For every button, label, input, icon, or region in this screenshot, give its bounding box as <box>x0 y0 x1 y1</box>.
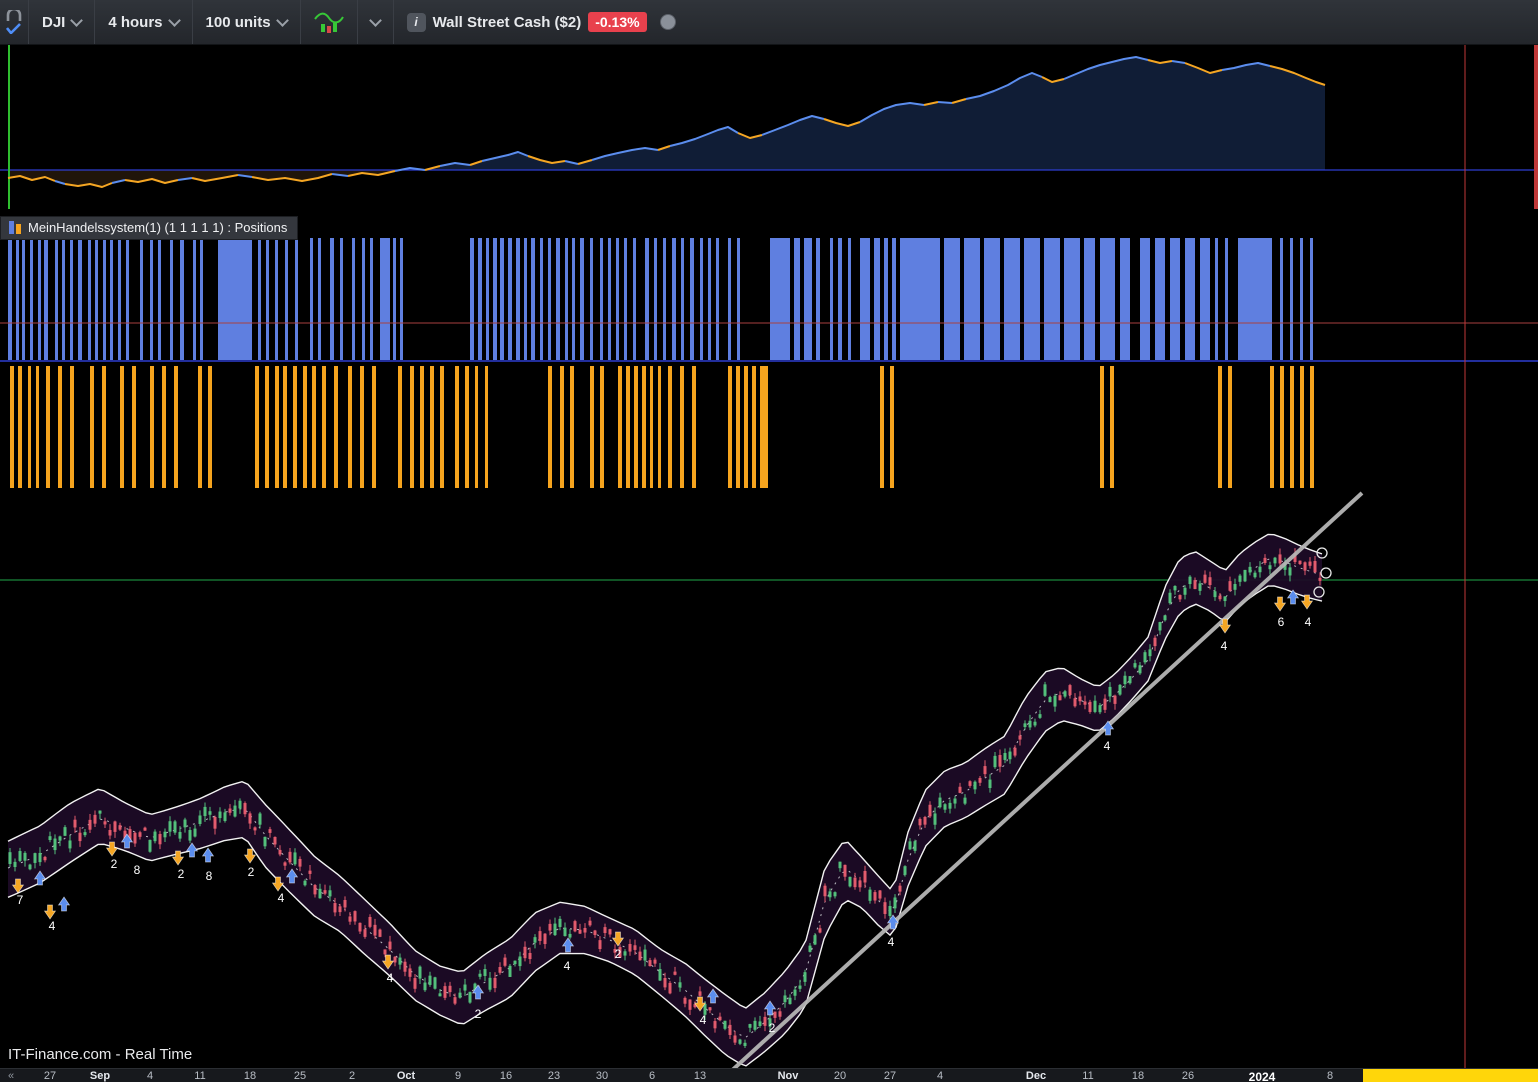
platform-logo-icon <box>6 10 22 21</box>
axis-tick: 20 <box>833 1070 847 1082</box>
equity-panel <box>0 45 1538 209</box>
trade-count-label: 8 <box>134 863 141 877</box>
trade-arrow-down-icon <box>1273 596 1287 612</box>
data-source-label: IT-Finance.com - Real Time <box>8 1046 193 1063</box>
toolbar: DJI 4 hours 100 units i Wall Street Cash… <box>0 0 1538 45</box>
chevron-down-icon <box>368 13 382 27</box>
right-edge-marker <box>1534 45 1538 209</box>
axis-tick: « <box>8 1070 15 1082</box>
trend-line <box>716 491 1364 1082</box>
axis-tick: 23 <box>547 1070 561 1082</box>
chart-type-icon <box>313 12 344 33</box>
trade-count-label: 4 <box>49 919 56 933</box>
check-icon <box>6 23 21 34</box>
trade-count-label: 4 <box>387 971 394 985</box>
trade-count-label: 8 <box>206 869 213 883</box>
chart-type-dropdown[interactable] <box>358 0 394 44</box>
positions-legend-icon <box>9 221 21 234</box>
trading-app-window: DJI 4 hours 100 units i Wall Street Cash… <box>0 0 1538 1082</box>
axis-tick: 16 <box>499 1070 513 1082</box>
chevron-down-icon <box>70 13 84 27</box>
axis-tick: 2 <box>348 1070 356 1082</box>
axis-tick: 27 <box>883 1070 897 1082</box>
price-panel: 7 4 2 8 2 8 2 4 4 2 4 2 4 2 4 4 4 6 4 <box>0 45 1538 1082</box>
trade-count-label: 4 <box>564 959 571 973</box>
axis-tick: 30 <box>595 1070 609 1082</box>
positions-legend-label: MeinHandelssystem(1) (1 1 1 1 1) : Posit… <box>28 220 288 235</box>
instrument-label: Wall Street Cash ($2) <box>432 13 582 31</box>
trade-count-label: 7 <box>17 893 24 907</box>
time-axis[interactable]: « 27 Sep 4 11 18 25 2 Oct 9 16 23 30 6 13 Nov 20 27 4 Dec 11… <box>0 1068 1538 1082</box>
axis-tick: 18 <box>243 1070 257 1082</box>
trade-count-label: 2 <box>475 1007 482 1021</box>
axis-tick: 2024 <box>1248 1070 1276 1082</box>
trade-count-label: 4 <box>1305 615 1312 629</box>
positions-panel <box>0 238 1538 488</box>
timeframe-label: 4 hours <box>108 13 163 31</box>
trade-count-label: 2 <box>615 947 622 961</box>
trade-count-label: 4 <box>1221 639 1228 653</box>
trade-count-label: 2 <box>769 1021 776 1035</box>
axis-highlight-badge <box>1363 1069 1538 1082</box>
trade-count-label: 6 <box>1278 615 1285 629</box>
trade-count-label: 4 <box>278 891 285 905</box>
axis-tick: 18 <box>1131 1070 1145 1082</box>
units-label: 100 units <box>205 13 271 31</box>
trade-count-label: 2 <box>111 857 118 871</box>
trade-count-label: 4 <box>700 1013 707 1027</box>
axis-tick: 6 <box>648 1070 656 1082</box>
axis-tick: 13 <box>693 1070 707 1082</box>
axis-tick: Oct <box>396 1070 416 1082</box>
instrument-group: i Wall Street Cash ($2) -0.13% <box>394 0 689 44</box>
symbol-label: DJI <box>42 13 66 31</box>
timeframe-select[interactable]: 4 hours <box>95 0 193 44</box>
units-select[interactable]: 100 units <box>193 0 301 44</box>
axis-tick: Sep <box>89 1070 111 1082</box>
record-toggle[interactable] <box>659 14 676 30</box>
signal-circle-icon <box>1320 567 1332 579</box>
trade-count-label: 2 <box>178 867 185 881</box>
positions-legend: MeinHandelssystem(1) (1 1 1 1 1) : Posit… <box>0 216 299 240</box>
daily-change-badge: -0.13% <box>588 12 647 32</box>
axis-tick: 11 <box>1082 1070 1094 1082</box>
trade-count-label: 2 <box>248 865 255 879</box>
chevron-down-icon <box>167 13 181 27</box>
charts-canvas[interactable]: 7 4 2 8 2 8 2 4 4 2 4 2 4 2 4 4 4 6 4 <box>0 0 1538 1082</box>
axis-tick: 11 <box>194 1070 206 1082</box>
axis-tick: 9 <box>454 1070 462 1082</box>
trade-count-label: 4 <box>888 935 895 949</box>
symbol-select[interactable]: DJI <box>29 0 96 44</box>
axis-tick: 26 <box>1181 1070 1195 1082</box>
info-icon[interactable]: i <box>406 12 426 32</box>
axis-tick: Dec <box>1025 1070 1047 1082</box>
axis-tick: 25 <box>293 1070 307 1082</box>
trade-arrow-up-icon <box>201 847 215 863</box>
axis-tick: 4 <box>936 1070 944 1082</box>
trade-arrow-up-icon <box>57 896 71 912</box>
app-logo <box>0 0 29 44</box>
chart-type-button[interactable] <box>301 0 358 44</box>
axis-tick: 4 <box>146 1070 154 1082</box>
axis-tick: Nov <box>777 1070 799 1082</box>
axis-tick: 27 <box>43 1070 57 1082</box>
trade-count-label: 4 <box>1104 739 1111 753</box>
axis-tick: 8 <box>1326 1070 1334 1082</box>
trade-arrow-down-icon <box>43 904 57 920</box>
chevron-down-icon <box>275 13 289 27</box>
